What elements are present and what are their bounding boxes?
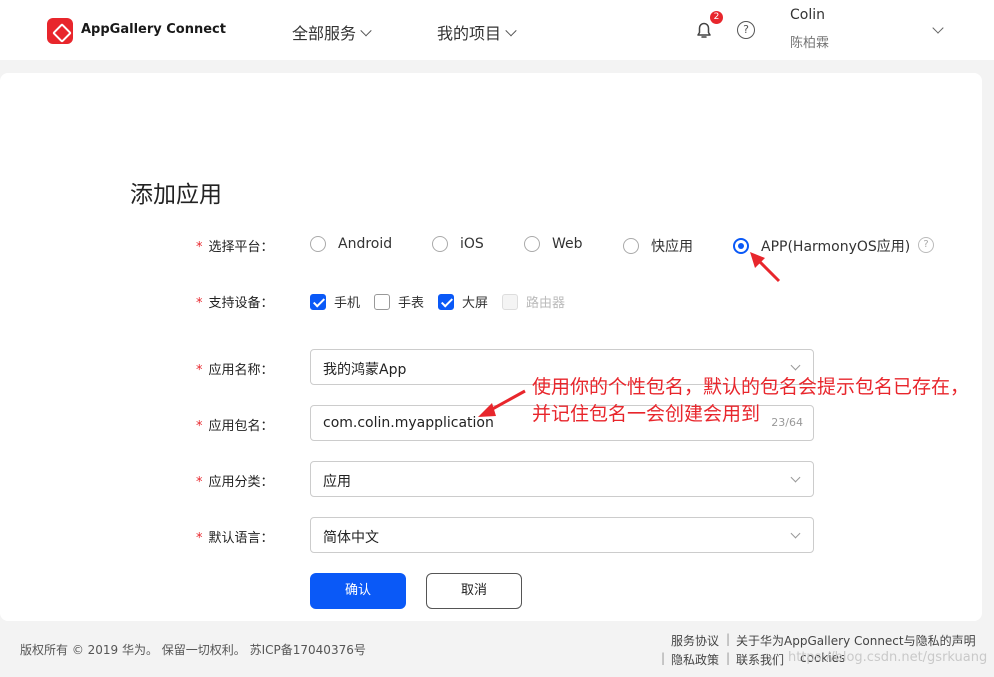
radio-harmonyos-label: APP(HarmonyOS应用) bbox=[761, 239, 911, 255]
radio-circle-icon bbox=[432, 236, 448, 252]
chevron-down-icon bbox=[790, 472, 801, 483]
checkbox-tv-label: 大屏 bbox=[462, 296, 489, 311]
category-label: * 应用分类： bbox=[196, 471, 274, 490]
brand-name[interactable]: AppGallery Connect bbox=[81, 22, 226, 37]
platform-label-text: 选择平台： bbox=[208, 240, 274, 255]
category-value: 应用 bbox=[323, 474, 351, 490]
app-name-label: * 应用名称： bbox=[196, 359, 274, 378]
appgallery-logo-icon[interactable] bbox=[47, 18, 73, 44]
radio-ios-label: iOS bbox=[460, 236, 484, 252]
app-name-value: 我的鸿蒙App bbox=[323, 362, 407, 378]
checkbox-watch[interactable]: 手表 bbox=[374, 292, 424, 311]
footer-link-contact[interactable]: 联系我们 bbox=[736, 651, 784, 668]
footer-link-service-agreement[interactable]: 服务协议 bbox=[671, 632, 719, 649]
top-bar: AppGallery Connect 全部服务 我的项目 2 ? Colin 陈… bbox=[0, 0, 994, 60]
radio-circle-icon bbox=[623, 238, 639, 254]
footer-link-privacy-policy[interactable]: 隐私政策 bbox=[671, 651, 719, 668]
footer-copyright: 版权所有 © 2019 华为。 保留一切权利。 苏ICP备17040376号 bbox=[20, 643, 366, 657]
devices-label: * 支持设备： bbox=[196, 292, 274, 311]
radio-selected-icon bbox=[733, 238, 749, 254]
page-title: 添加应用 bbox=[130, 182, 222, 208]
help-icon[interactable]: ? bbox=[737, 21, 755, 39]
chevron-down-icon bbox=[790, 360, 801, 371]
language-value: 简体中文 bbox=[323, 530, 379, 546]
footer-separator: | bbox=[726, 651, 731, 665]
package-name-label: * 应用包名： bbox=[196, 415, 274, 434]
checkbox-router-label: 路由器 bbox=[526, 296, 566, 311]
checkbox-disabled-icon bbox=[502, 293, 518, 310]
checkbox-router: 路由器 bbox=[502, 292, 565, 311]
nav-all-services[interactable]: 全部服务 bbox=[292, 20, 372, 44]
radio-quick-app[interactable]: 快应用 bbox=[623, 236, 693, 256]
checkbox-phone-label: 手机 bbox=[334, 296, 361, 311]
required-mark: * bbox=[196, 419, 203, 434]
radio-harmonyos-app[interactable]: APP(HarmonyOS应用) bbox=[733, 236, 910, 256]
radio-web[interactable]: Web bbox=[524, 236, 583, 252]
checkbox-tv[interactable]: 大屏 bbox=[438, 292, 488, 311]
footer-separator: | bbox=[726, 632, 731, 646]
radio-circle-icon bbox=[524, 236, 540, 252]
required-mark: * bbox=[196, 296, 203, 311]
package-name-value: com.colin.myapplication bbox=[323, 415, 494, 431]
devices-label-text: 支持设备： bbox=[208, 296, 274, 311]
watermark-text: https://blog.csdn.net/gsrkuang bbox=[788, 650, 988, 665]
cancel-button[interactable]: 取消 bbox=[426, 573, 522, 609]
chevron-down-icon bbox=[790, 528, 801, 539]
confirm-button[interactable]: 确认 bbox=[310, 573, 406, 609]
radio-web-label: Web bbox=[552, 236, 583, 252]
annotation-text: 使用你的个性包名，默认的包名会提示包名已存在，并记住包名一会创建会用到 bbox=[532, 376, 970, 425]
footer-link-privacy-statement[interactable]: 关于华为AppGallery Connect与隐私的声明 bbox=[736, 632, 976, 649]
checkbox-checked-icon bbox=[438, 293, 454, 310]
user-name[interactable]: Colin bbox=[790, 7, 825, 23]
language-select[interactable]: 简体中文 bbox=[310, 517, 814, 553]
category-select[interactable]: 应用 bbox=[310, 461, 814, 497]
user-subtitle: 陈柏霖 bbox=[790, 36, 830, 51]
question-mark-icon[interactable]: ? bbox=[918, 237, 934, 253]
checkbox-icon bbox=[374, 293, 390, 310]
required-mark: * bbox=[196, 240, 203, 255]
footer-separator: | bbox=[661, 651, 666, 665]
radio-android-label: Android bbox=[338, 236, 393, 252]
nav-my-projects-label: 我的项目 bbox=[437, 24, 502, 43]
required-mark: * bbox=[196, 531, 203, 546]
nav-my-projects[interactable]: 我的项目 bbox=[437, 20, 517, 44]
platform-label: * 选择平台： bbox=[196, 236, 274, 255]
bell-icon[interactable] bbox=[694, 20, 714, 40]
language-label-text: 默认语言： bbox=[208, 531, 274, 546]
checkbox-watch-label: 手表 bbox=[398, 296, 425, 311]
required-mark: * bbox=[196, 363, 203, 378]
checkbox-checked-icon bbox=[310, 293, 326, 310]
nav-all-services-label: 全部服务 bbox=[292, 24, 357, 43]
radio-ios[interactable]: iOS bbox=[432, 236, 484, 252]
category-label-text: 应用分类： bbox=[208, 475, 274, 490]
chevron-down-icon bbox=[360, 25, 372, 37]
language-label: * 默认语言： bbox=[196, 527, 274, 546]
app-name-label-text: 应用名称： bbox=[208, 363, 274, 378]
chevron-down-icon[interactable] bbox=[932, 22, 944, 34]
radio-quick-app-label: 快应用 bbox=[651, 239, 693, 255]
radio-android[interactable]: Android bbox=[310, 236, 392, 252]
package-name-label-text: 应用包名： bbox=[208, 419, 274, 434]
radio-circle-icon bbox=[310, 236, 326, 252]
notification-badge: 2 bbox=[710, 11, 723, 24]
chevron-down-icon bbox=[505, 25, 517, 37]
required-mark: * bbox=[196, 475, 203, 490]
checkbox-phone[interactable]: 手机 bbox=[310, 292, 360, 311]
